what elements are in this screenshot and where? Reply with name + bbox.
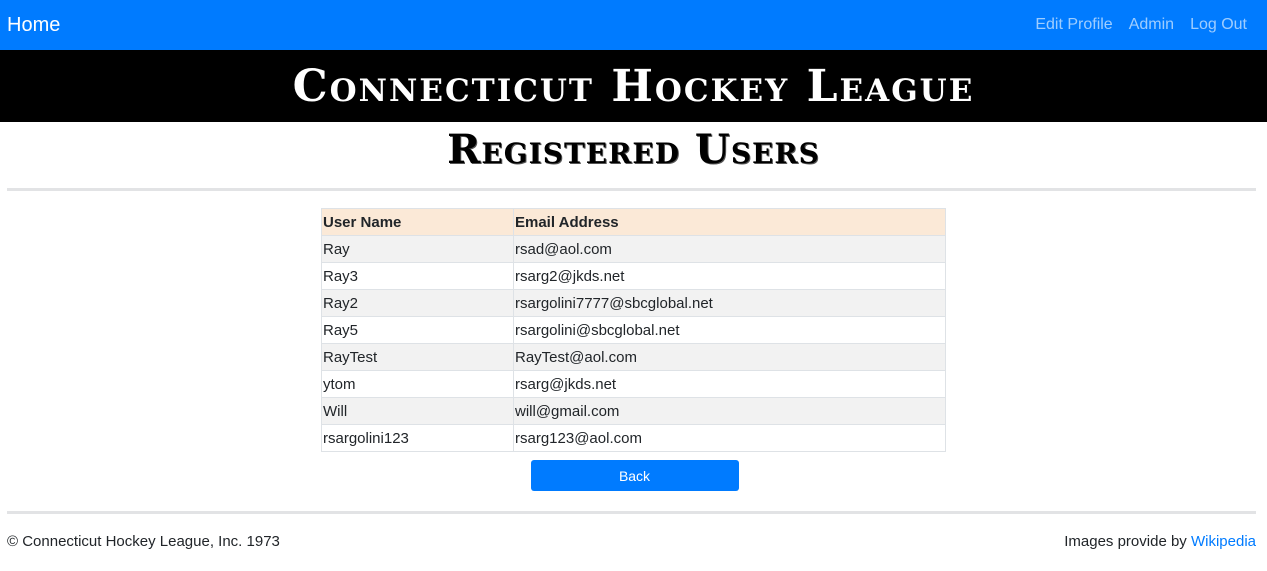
button-row: Back	[0, 460, 1267, 491]
email-cell: rsarg123@aol.com	[513, 424, 946, 452]
home-link[interactable]: Home	[7, 14, 60, 37]
admin-link[interactable]: Admin	[1129, 16, 1174, 34]
league-title: Connecticut Hockey League	[292, 60, 975, 112]
user-name-cell: Ray3	[321, 262, 514, 290]
table-row: Ray rsad@aol.com	[321, 235, 946, 263]
email-cell: rsargolini@sbcglobal.net	[513, 316, 946, 344]
user-name-cell: rsargolini123	[321, 424, 514, 452]
table-row: Will will@gmail.com	[321, 397, 946, 425]
divider	[7, 188, 1256, 191]
log-out-link[interactable]: Log Out	[1190, 16, 1247, 34]
users-table: User Name Email Address Ray rsad@aol.com…	[321, 208, 946, 452]
user-name-cell: Will	[321, 397, 514, 425]
copyright-text: © Connecticut Hockey League, Inc. 1973	[7, 533, 280, 550]
email-cell: rsargolini7777@sbcglobal.net	[513, 289, 946, 317]
email-cell: rsad@aol.com	[513, 235, 946, 263]
footer: © Connecticut Hockey League, Inc. 1973 I…	[0, 514, 1267, 550]
league-banner: Connecticut Hockey League	[0, 50, 1267, 122]
column-header-user-name: User Name	[321, 208, 514, 236]
user-name-cell: Ray2	[321, 289, 514, 317]
email-cell: rsarg2@jkds.net	[513, 262, 946, 290]
users-table-container: User Name Email Address Ray rsad@aol.com…	[321, 208, 946, 452]
table-row: Ray3 rsarg2@jkds.net	[321, 262, 946, 290]
email-cell: rsarg@jkds.net	[513, 370, 946, 398]
image-credit: Images provide by Wikipedia	[1064, 533, 1256, 550]
wikipedia-link[interactable]: Wikipedia	[1191, 533, 1256, 550]
back-button[interactable]: Back	[530, 460, 739, 491]
email-cell: RayTest@aol.com	[513, 343, 946, 371]
table-row: Ray2 rsargolini7777@sbcglobal.net	[321, 289, 946, 317]
user-name-cell: ytom	[321, 370, 514, 398]
credit-prefix: Images provide by	[1064, 533, 1191, 550]
page-title: Registered Users	[447, 126, 820, 173]
table-header-row: User Name Email Address	[321, 208, 946, 236]
user-name-cell: Ray5	[321, 316, 514, 344]
nav-links: Edit Profile Admin Log Out	[1035, 16, 1259, 34]
table-row: rsargolini123 rsarg123@aol.com	[321, 424, 946, 452]
column-header-email: Email Address	[513, 208, 946, 236]
user-name-cell: Ray	[321, 235, 514, 263]
email-cell: will@gmail.com	[513, 397, 946, 425]
table-row: ytom rsarg@jkds.net	[321, 370, 946, 398]
table-row: Ray5 rsargolini@sbcglobal.net	[321, 316, 946, 344]
table-row: RayTest RayTest@aol.com	[321, 343, 946, 371]
user-name-cell: RayTest	[321, 343, 514, 371]
edit-profile-link[interactable]: Edit Profile	[1035, 16, 1112, 34]
navbar: Home Edit Profile Admin Log Out	[0, 0, 1267, 50]
